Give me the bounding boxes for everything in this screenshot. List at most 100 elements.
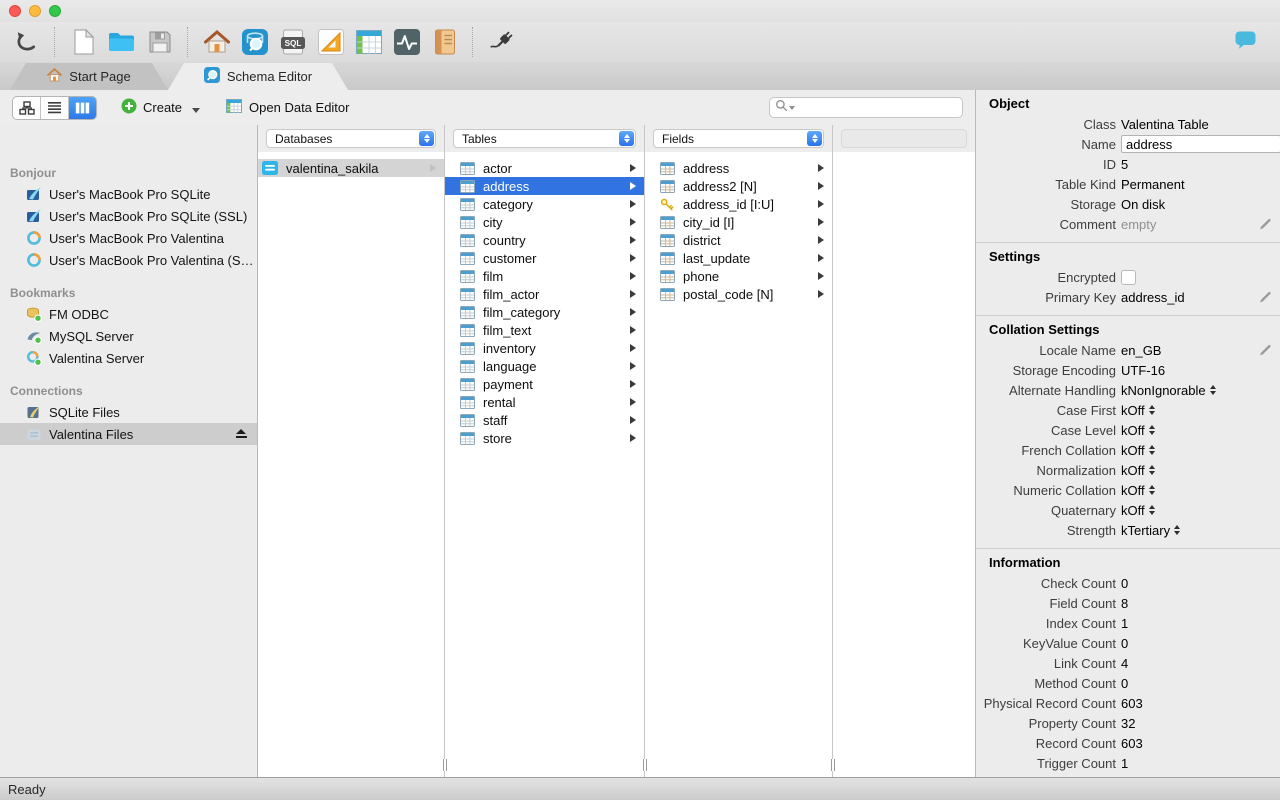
sidebar-item[interactable]: User's MacBook Pro SQLite (SSL)	[0, 205, 257, 227]
table-list-item[interactable]: film_actor	[445, 285, 644, 303]
tables-selector[interactable]: Tables	[453, 129, 636, 148]
table-list-item[interactable]: address	[445, 177, 644, 195]
expand-arrow-icon[interactable]	[630, 164, 636, 172]
report-icon[interactable]	[430, 27, 459, 57]
search-input[interactable]	[796, 99, 957, 116]
save-icon[interactable]	[145, 27, 174, 57]
column-resize-grip[interactable]	[828, 759, 837, 771]
sidebar-item[interactable]: SQLite Files	[0, 401, 257, 423]
sql-editor-icon[interactable]: SQL	[278, 27, 307, 57]
tab-start-page[interactable]: Start Page	[10, 63, 168, 90]
edit-pencil-icon[interactable]	[1259, 291, 1272, 304]
table-list-item[interactable]: actor	[445, 159, 644, 177]
expand-arrow-icon[interactable]	[818, 182, 824, 190]
table-list-item[interactable]: city	[445, 213, 644, 231]
table-list-item[interactable]: category	[445, 195, 644, 213]
table-list-item[interactable]: inventory	[445, 339, 644, 357]
tree-view-button[interactable]	[13, 96, 41, 119]
field-list-item[interactable]: address_id [I:U]	[645, 195, 832, 213]
dropdown-value[interactable]: kOff	[1121, 423, 1155, 438]
table-list-item[interactable]: store	[445, 429, 644, 447]
sidebar-item[interactable]: Valentina Server	[0, 347, 257, 369]
table-list-item[interactable]: customer	[445, 249, 644, 267]
expand-arrow-icon[interactable]	[818, 254, 824, 262]
new-database-icon[interactable]	[69, 27, 98, 57]
expand-arrow-icon[interactable]	[630, 416, 636, 424]
expand-arrow-icon[interactable]	[818, 272, 824, 280]
expand-arrow-icon[interactable]	[630, 398, 636, 406]
field-list-item[interactable]: district	[645, 231, 832, 249]
field-list-item[interactable]: last_update	[645, 249, 832, 267]
table-list-item[interactable]: rental	[445, 393, 644, 411]
table-list-item[interactable]: country	[445, 231, 644, 249]
table-list-item[interactable]: film_text	[445, 321, 644, 339]
undo-icon[interactable]	[12, 27, 41, 57]
table-list-item[interactable]: language	[445, 357, 644, 375]
open-database-icon[interactable]	[107, 27, 136, 57]
database-list-item[interactable]: valentina_sakila	[258, 159, 444, 177]
expand-arrow-icon[interactable]	[630, 218, 636, 226]
expand-arrow-icon[interactable]	[818, 290, 824, 298]
expand-arrow-icon[interactable]	[818, 236, 824, 244]
dropdown-value[interactable]: kOff	[1121, 463, 1155, 478]
expand-arrow-icon[interactable]	[630, 308, 636, 316]
edit-pencil-icon[interactable]	[1259, 218, 1272, 231]
close-window-button[interactable]	[9, 5, 21, 17]
search-options-caret-icon[interactable]	[789, 106, 795, 110]
table-list-item[interactable]: payment	[445, 375, 644, 393]
expand-arrow-icon[interactable]	[630, 362, 636, 370]
field-list-item[interactable]: phone	[645, 267, 832, 285]
tab-schema-editor[interactable]: Schema Editor	[168, 63, 348, 90]
dropdown-value[interactable]: kOff	[1121, 403, 1155, 418]
field-list-item[interactable]: postal_code [N]	[645, 285, 832, 303]
databases-selector[interactable]: Databases	[266, 129, 436, 148]
eject-icon[interactable]	[236, 429, 247, 439]
table-list-item[interactable]: film_category	[445, 303, 644, 321]
sidebar-item[interactable]: MySQL Server	[0, 325, 257, 347]
expand-arrow-icon[interactable]	[630, 290, 636, 298]
expand-arrow-icon[interactable]	[818, 164, 824, 172]
sidebar-item[interactable]: User's MacBook Pro Valentina	[0, 227, 257, 249]
dropdown-value[interactable]: kOff	[1121, 483, 1155, 498]
expand-arrow-icon[interactable]	[630, 326, 636, 334]
search-field[interactable]	[769, 97, 963, 118]
sidebar-item[interactable]: User's MacBook Pro SQLite	[0, 183, 257, 205]
field-list-item[interactable]: city_id [I]	[645, 213, 832, 231]
feedback-bubble-icon[interactable]	[1235, 31, 1256, 54]
schema-editor-icon[interactable]	[240, 27, 269, 57]
column-view-button[interactable]	[69, 96, 96, 119]
expand-arrow-icon[interactable]	[430, 164, 436, 172]
server-admin-icon[interactable]	[392, 27, 421, 57]
create-button[interactable]: Create	[121, 98, 201, 117]
fields-selector[interactable]: Fields	[653, 129, 824, 148]
expand-arrow-icon[interactable]	[630, 236, 636, 244]
data-editor-icon[interactable]	[354, 27, 383, 57]
sidebar-item[interactable]: Valentina Files	[0, 423, 257, 445]
start-page-icon[interactable]	[202, 27, 231, 57]
dropdown-value[interactable]: kTertiary	[1121, 523, 1181, 538]
column-resize-grip[interactable]	[640, 759, 649, 771]
expand-arrow-icon[interactable]	[630, 254, 636, 262]
dropdown-value[interactable]: kNonIgnorable	[1121, 383, 1216, 398]
connect-icon[interactable]	[487, 27, 516, 57]
sidebar-item[interactable]: FM ODBC	[0, 303, 257, 325]
expand-arrow-icon[interactable]	[818, 218, 824, 226]
field-list-item[interactable]: address2 [N]	[645, 177, 832, 195]
expand-arrow-icon[interactable]	[630, 380, 636, 388]
table-list-item[interactable]: staff	[445, 411, 644, 429]
name-input[interactable]	[1121, 135, 1280, 153]
chevron-down-icon[interactable]	[192, 108, 201, 113]
list-view-button[interactable]	[41, 96, 69, 119]
edit-pencil-icon[interactable]	[1259, 344, 1272, 357]
table-list-item[interactable]: film	[445, 267, 644, 285]
expand-arrow-icon[interactable]	[630, 434, 636, 442]
expand-arrow-icon[interactable]	[630, 182, 636, 190]
expand-arrow-icon[interactable]	[630, 344, 636, 352]
dropdown-value[interactable]: kOff	[1121, 443, 1155, 458]
expand-arrow-icon[interactable]	[630, 272, 636, 280]
column-resize-grip[interactable]	[440, 759, 449, 771]
minimize-window-button[interactable]	[29, 5, 41, 17]
field-list-item[interactable]: address	[645, 159, 832, 177]
expand-arrow-icon[interactable]	[818, 200, 824, 208]
expand-arrow-icon[interactable]	[630, 200, 636, 208]
